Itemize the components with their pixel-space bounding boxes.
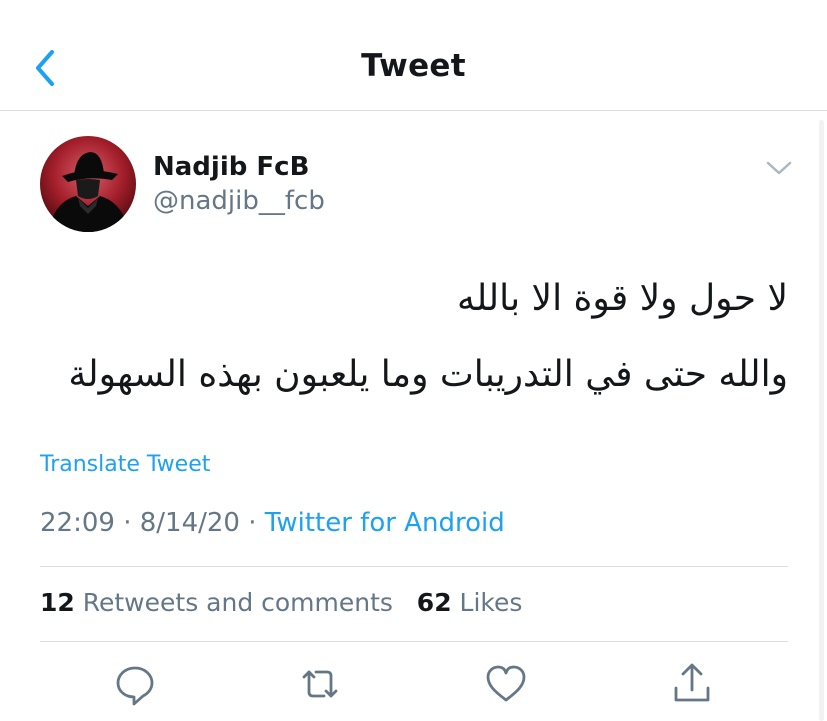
- tweet-text-line: والله حتى في التدريبات وما يلعبون بهذه ا…: [68, 354, 788, 395]
- tweet-time: 22:09: [40, 508, 115, 538]
- reply-button[interactable]: [113, 660, 157, 708]
- divider: [40, 566, 788, 567]
- retweet-button[interactable]: [298, 660, 342, 708]
- avatar-silhouette-icon: [40, 136, 136, 232]
- retweets-label: Retweets and comments: [82, 588, 393, 617]
- chevron-down-icon: [766, 161, 792, 175]
- retweets-stat[interactable]: 12 Retweets and comments: [40, 588, 393, 617]
- author-display-name[interactable]: Nadjib FcB: [153, 152, 309, 182]
- heart-icon: [486, 665, 526, 702]
- comment-icon: [116, 666, 154, 706]
- avatar[interactable]: [40, 136, 136, 232]
- tweet-date: 8/14/20: [139, 508, 240, 538]
- meta-separator: ·: [248, 508, 257, 538]
- meta-separator: ·: [123, 508, 132, 538]
- likes-count: 62: [416, 588, 452, 617]
- divider: [40, 641, 788, 642]
- tweet-source-link[interactable]: Twitter for Android: [265, 508, 505, 538]
- tweet-stats: 12 Retweets and comments 62 Likes: [40, 588, 522, 617]
- retweets-count: 12: [40, 588, 75, 617]
- retweet-icon: [302, 670, 338, 698]
- share-icon: [674, 663, 710, 702]
- scrollbar[interactable]: [819, 120, 824, 721]
- tweet-meta: 22:09 · 8/14/20 · Twitter for Android: [40, 508, 505, 538]
- like-button[interactable]: [484, 660, 528, 708]
- tweet-options-button[interactable]: [764, 156, 794, 180]
- nav-header: Tweet: [0, 0, 827, 111]
- tweet-text-line: لا حول ولا قوة الا بالله: [456, 278, 788, 319]
- translate-tweet-link[interactable]: Translate Tweet: [40, 452, 210, 477]
- page-title: Tweet: [361, 48, 466, 84]
- author-handle[interactable]: @nadjib__fcb: [153, 186, 325, 216]
- likes-stat[interactable]: 62 Likes: [417, 588, 523, 617]
- share-button[interactable]: [670, 660, 714, 708]
- likes-label: Likes: [459, 588, 523, 617]
